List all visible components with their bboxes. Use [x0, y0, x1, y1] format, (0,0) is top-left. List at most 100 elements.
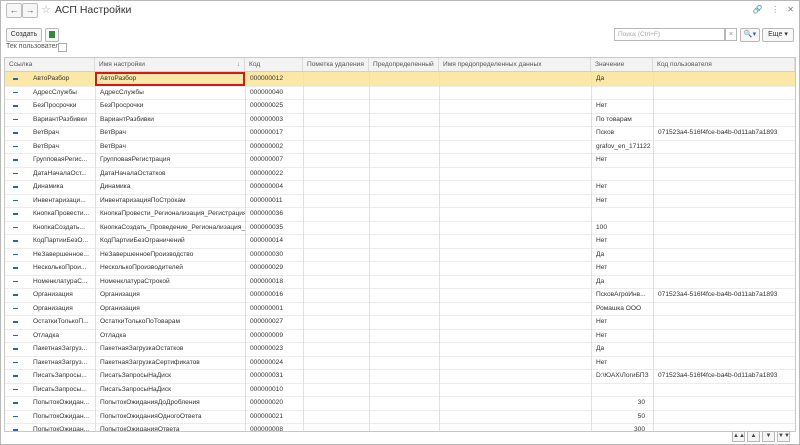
column-header-ref[interactable]: Ссылка	[5, 58, 95, 71]
cell-code[interactable]: 000000022	[245, 166, 303, 180]
cell-value[interactable]: Да	[591, 72, 653, 86]
cell-ref[interactable]: Организация	[29, 288, 95, 302]
cell-predefined[interactable]	[369, 301, 439, 315]
cell-ref[interactable]: ГрупповаяРегис...	[29, 153, 95, 167]
cell-user-code[interactable]	[653, 99, 795, 113]
cell-ref[interactable]: ПакетнаяЗагруз...	[29, 356, 95, 370]
cell-user-code[interactable]	[653, 139, 795, 153]
cell-predefined[interactable]	[369, 193, 439, 207]
back-arrow-icon[interactable]: ←	[6, 3, 22, 18]
table-row[interactable]: Инвентаризаци... ИнвентаризацияПоСтрокам 0…	[5, 193, 795, 208]
cell-user-code[interactable]: 071523a4-516f4fce-ba4b-0d11ab7a1893	[653, 288, 795, 302]
cell-ref[interactable]: ПисатьЗапросы...	[29, 383, 95, 397]
table-row[interactable]: ПопытокОжидан... ПопытокОжиданияДоДроблен…	[5, 396, 795, 411]
cell-setting-name[interactable]: ПопытокОжиданияДоДробления	[95, 396, 245, 410]
cell-code[interactable]: 000000031	[245, 369, 303, 383]
scroll-up-icon[interactable]: ▲	[747, 431, 760, 442]
cell-predefined-data-name[interactable]	[439, 301, 591, 315]
cell-deletion-mark[interactable]	[303, 193, 369, 207]
cell-deletion-mark[interactable]	[303, 369, 369, 383]
cell-code[interactable]: 000000014	[245, 234, 303, 248]
cell-ref[interactable]: КнопкаСоздать...	[29, 221, 95, 235]
cell-user-code[interactable]	[653, 261, 795, 275]
table-row[interactable]: ВетВрач ВетВрач 000000017 Псков 071523a4-516…	[5, 126, 795, 141]
cell-ref[interactable]: НеЗавершенное...	[29, 248, 95, 262]
cell-user-code[interactable]	[653, 382, 795, 396]
cell-ref[interactable]: Организация	[29, 302, 95, 316]
table-row[interactable]: Организация Организация 000000001 Ромашка О…	[5, 301, 795, 316]
cell-predefined[interactable]	[369, 180, 439, 194]
cell-setting-name[interactable]: ВетВрач	[95, 126, 245, 140]
cell-user-code[interactable]	[653, 301, 795, 315]
cell-code[interactable]: 000000024	[245, 355, 303, 369]
cell-predefined[interactable]	[369, 85, 439, 99]
cell-value[interactable]: 30	[591, 396, 653, 410]
cell-predefined[interactable]	[369, 139, 439, 153]
cell-predefined[interactable]	[369, 409, 439, 423]
cell-user-code[interactable]	[653, 234, 795, 248]
cell-code[interactable]: 000000040	[245, 85, 303, 99]
cell-setting-name[interactable]: КнопкаПровести_Регионализация_Регистраци…	[95, 207, 245, 221]
cell-predefined[interactable]	[369, 342, 439, 356]
forward-arrow-icon[interactable]: →	[22, 3, 38, 18]
cell-user-code[interactable]	[653, 355, 795, 369]
cell-deletion-mark[interactable]	[303, 207, 369, 221]
cell-value[interactable]: 100	[591, 220, 653, 234]
cell-predefined-data-name[interactable]	[439, 409, 591, 423]
cell-user-code[interactable]	[653, 207, 795, 221]
cell-predefined-data-name[interactable]	[439, 99, 591, 113]
cell-setting-name[interactable]: АвтоРазбор	[95, 72, 245, 86]
table-row[interactable]: КнопкаСоздать... КнопкаСоздать_Проведение…	[5, 220, 795, 235]
cell-setting-name[interactable]: Динамика	[95, 180, 245, 194]
cell-deletion-mark[interactable]	[303, 220, 369, 234]
cell-predefined[interactable]	[369, 274, 439, 288]
table-row[interactable]: ОстаткиТолькоП... ОстаткиТолькоПоТоварам 0…	[5, 315, 795, 330]
table-row[interactable]: ПопытокОжидан... ПопытокОжиданияОтвета 000…	[5, 423, 795, 431]
more-button[interactable]: Еще ▾	[762, 28, 794, 42]
cell-value[interactable]: Ромашка ООО	[591, 301, 653, 315]
cell-user-code[interactable]	[653, 342, 795, 356]
cell-predefined-data-name[interactable]	[439, 180, 591, 194]
cell-predefined[interactable]	[369, 207, 439, 221]
cell-ref[interactable]: ДатаНачалаОст...	[29, 167, 95, 181]
cell-predefined-data-name[interactable]	[439, 166, 591, 180]
cell-code[interactable]: 000000002	[245, 139, 303, 153]
cell-predefined[interactable]	[369, 112, 439, 126]
cell-code[interactable]: 000000023	[245, 342, 303, 356]
cell-predefined-data-name[interactable]	[439, 369, 591, 383]
cell-ref[interactable]: ПакетнаяЗагруз...	[29, 342, 95, 356]
cell-setting-name[interactable]: ПопытокОжиданияОтвета	[95, 423, 245, 431]
cell-code[interactable]: 000000007	[245, 153, 303, 167]
cell-deletion-mark[interactable]	[303, 423, 369, 431]
column-header-deletion-mark[interactable]: Пометка удаления	[303, 58, 369, 71]
cell-predefined-data-name[interactable]	[439, 72, 591, 86]
cell-user-code[interactable]	[653, 193, 795, 207]
cell-setting-name[interactable]: ПакетнаяЗагрузкаСертификатов	[95, 355, 245, 369]
cell-ref[interactable]: КодПартииБезО...	[29, 234, 95, 248]
cell-user-code[interactable]	[653, 328, 795, 342]
cell-user-code[interactable]	[653, 247, 795, 261]
cell-predefined-data-name[interactable]	[439, 355, 591, 369]
clear-search-icon[interactable]: ×	[725, 28, 737, 41]
table-row[interactable]: АвтоРазбор АвтоРазбор 000000012 Да	[5, 72, 795, 87]
table-row[interactable]: НеЗавершенное... НеЗавершенноеПроизводств…	[5, 247, 795, 262]
cell-code[interactable]: 000000036	[245, 207, 303, 221]
table-row[interactable]: АдресСлужбы АдресСлужбы 000000040	[5, 85, 795, 100]
cell-deletion-mark[interactable]	[303, 396, 369, 410]
table-row[interactable]: Организация Организация 000000016 ПсковАгро…	[5, 288, 795, 303]
cell-user-code[interactable]	[653, 180, 795, 194]
cell-deletion-mark[interactable]	[303, 261, 369, 275]
cell-value[interactable]: Да	[591, 274, 653, 288]
create-button[interactable]: Создать	[6, 28, 42, 42]
cell-setting-name[interactable]: Организация	[95, 301, 245, 315]
cell-predefined-data-name[interactable]	[439, 139, 591, 153]
table-row[interactable]: ГрупповаяРегис... ГрупповаяРегистрация 000…	[5, 153, 795, 168]
cell-value[interactable]: 300	[591, 423, 653, 431]
cell-ref[interactable]: ПопытокОжидан...	[29, 423, 95, 431]
cell-ref[interactable]: Динамика	[29, 180, 95, 194]
current-user-checkbox[interactable]	[58, 43, 67, 52]
table-row[interactable]: ВетВрач ВетВрач 000000002 grafov_en_171122	[5, 139, 795, 154]
cell-user-code[interactable]	[653, 72, 795, 86]
cell-deletion-mark[interactable]	[303, 288, 369, 302]
cell-value[interactable]: Псков	[591, 126, 653, 140]
